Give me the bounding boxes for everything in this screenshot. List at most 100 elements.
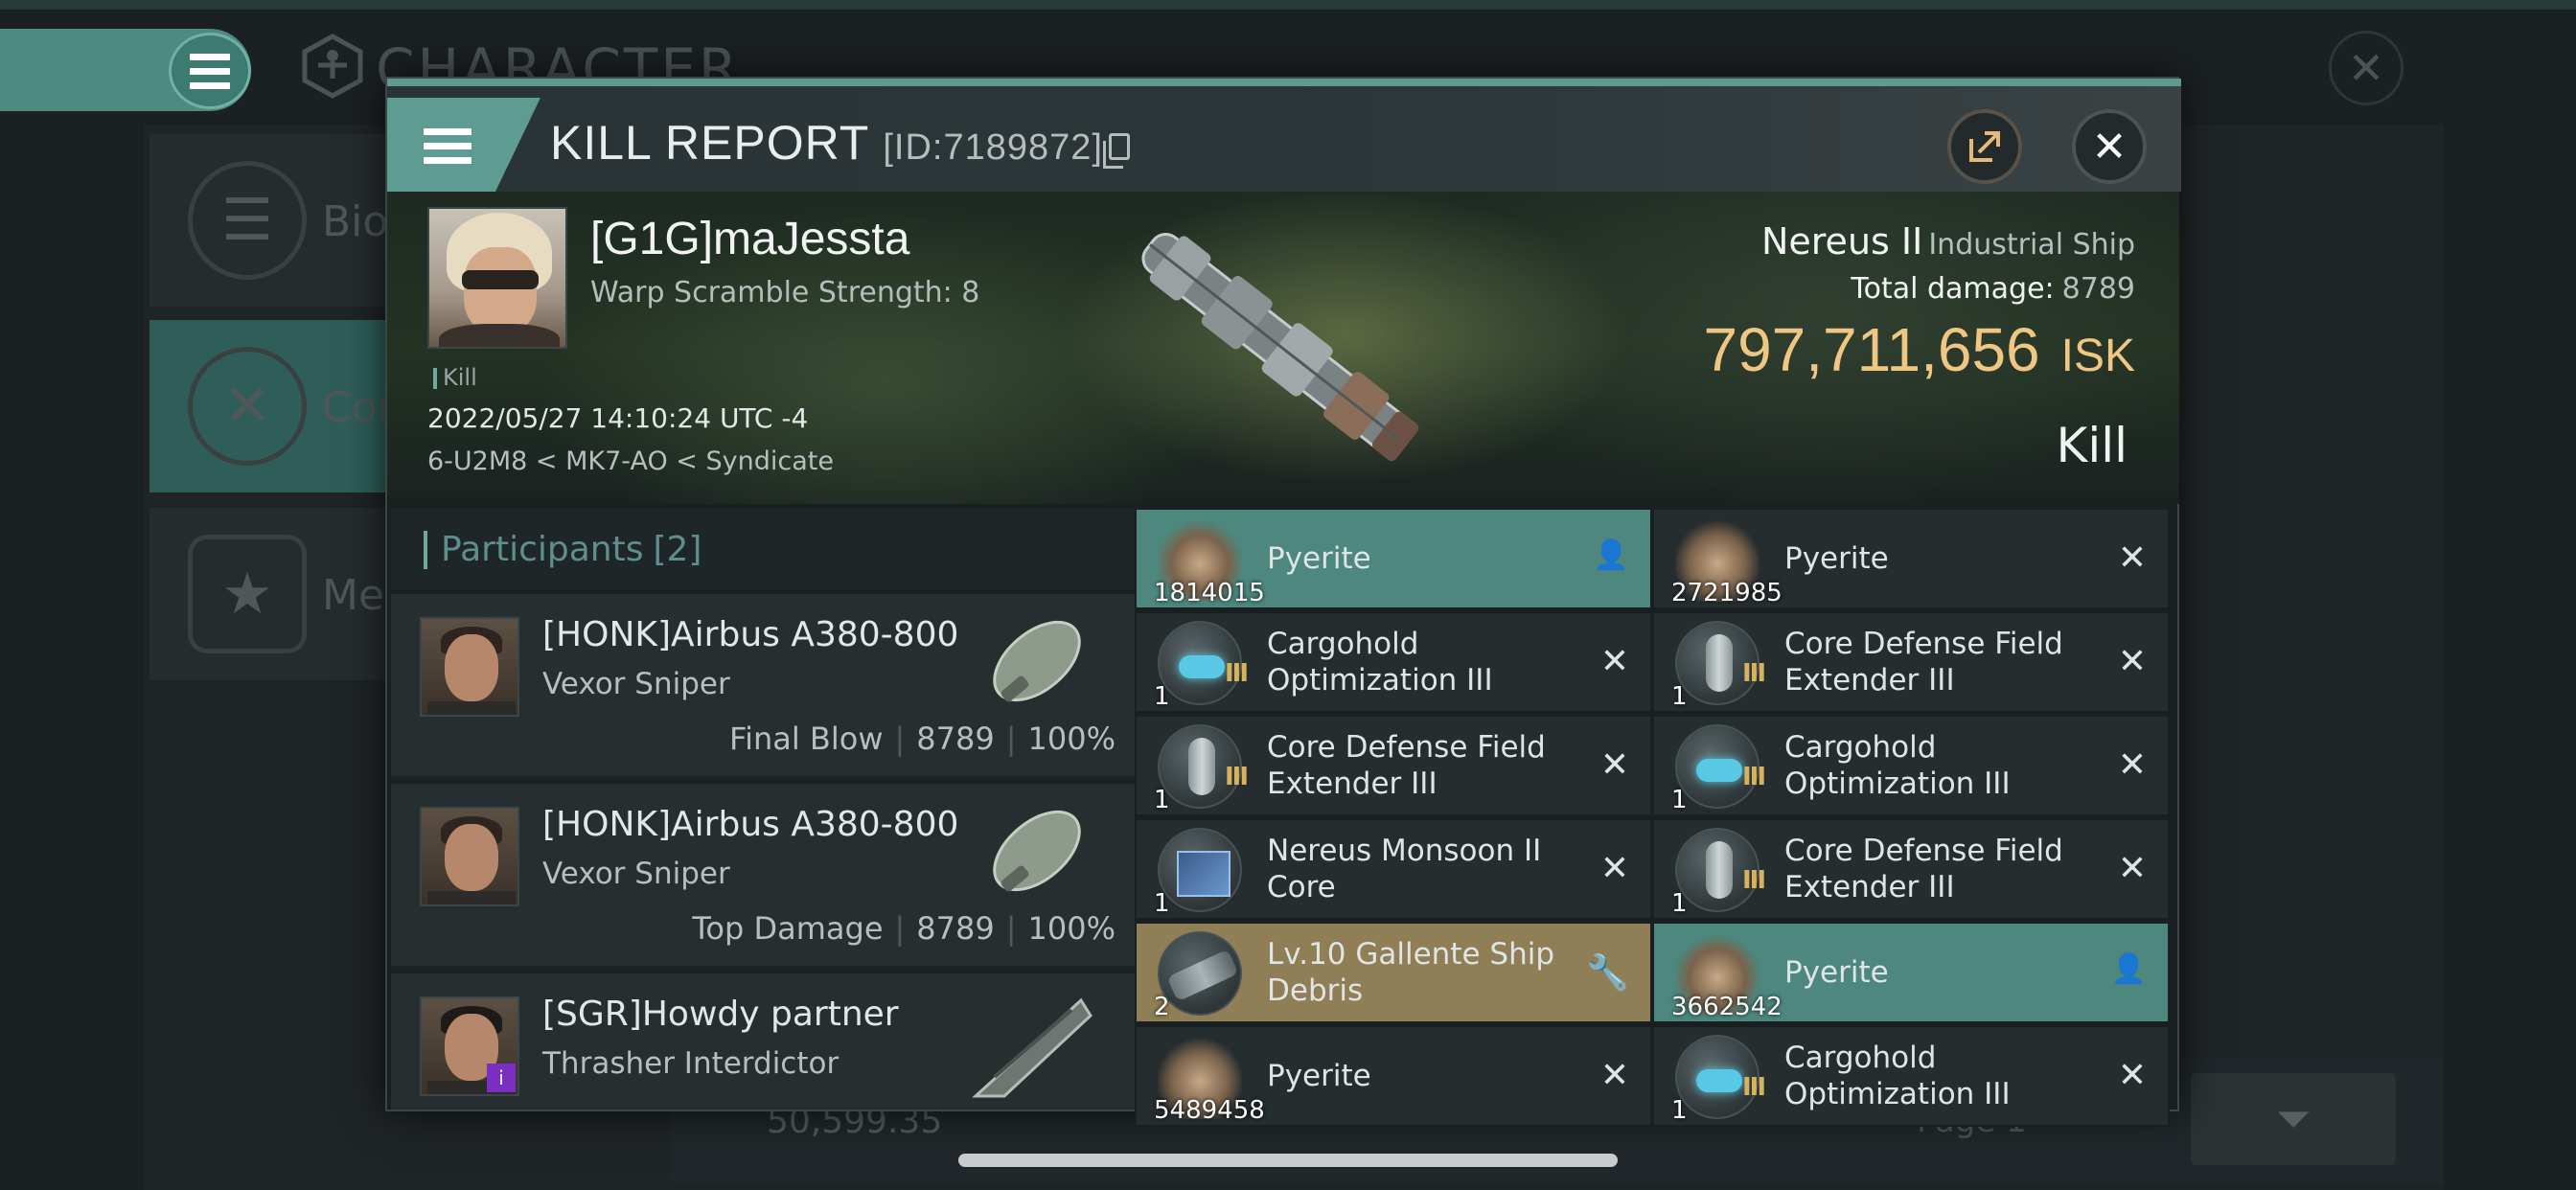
total-damage: Total damage: 8789: [1851, 272, 2135, 306]
close-icon: ✕: [2117, 538, 2147, 578]
item-name: Core Defense Field Extender III: [1784, 627, 2063, 698]
isk-unit: ISK: [2060, 331, 2135, 381]
dropped-item[interactable]: 1814015 Pyerite 👤: [1135, 508, 1652, 609]
participant-name: [HONK]Airbus A380-800: [542, 615, 959, 654]
tech-level-icon: III: [1225, 659, 1249, 688]
close-button[interactable]: ✕: [2072, 109, 2147, 184]
close-icon: ✕: [2091, 122, 2128, 172]
participant-avatar[interactable]: [420, 617, 519, 717]
tech-level-icon: III: [1742, 659, 1766, 688]
participant-row[interactable]: [HONK]Airbus A380-800 Vexor Sniper Final…: [391, 590, 1135, 776]
menu-icon: [424, 127, 472, 164]
close-icon: ✕: [2117, 1056, 2147, 1095]
dropped-item[interactable]: 2721985 Pyerite ✕: [1652, 508, 2170, 609]
victim-summary: [G1G]maJessta Warp Scramble Strength: 8 …: [387, 192, 2179, 504]
info-badge-icon: i: [487, 1064, 516, 1092]
victim-portrait[interactable]: [427, 207, 567, 349]
close-icon: ✕: [1599, 642, 1629, 681]
participants-label: Participants: [441, 529, 644, 569]
participant-role: Top Damage: [692, 910, 884, 947]
tech-level-icon: III: [1742, 866, 1766, 895]
dropped-item[interactable]: 1 Nereus Monsoon II Core ✕: [1135, 818, 1652, 920]
item-name: Core Defense Field Extender III: [1784, 834, 2063, 904]
participant-avatar[interactable]: [420, 807, 519, 906]
participant-ship-image: [993, 810, 1081, 892]
ship-type: Nereus II Industrial Ship: [1761, 220, 2135, 263]
dropped-item[interactable]: III 1 Cargohold Optimization III ✕: [1135, 611, 1652, 713]
total-damage-value: 8789: [2061, 272, 2135, 306]
sidebar-item-label: Cor: [322, 383, 395, 432]
item-name: Lv.10 Gallente Ship Debris: [1267, 937, 1555, 1008]
participants-panel: Participants [2] [HONK]Airbus A380-800 Ve…: [391, 508, 1135, 1110]
user-icon: 👤: [2110, 952, 2147, 986]
dropped-item[interactable]: 5489458 Pyerite ✕: [1135, 1025, 1652, 1127]
dropped-item[interactable]: III 1 Core Defense Field Extender III ✕: [1135, 715, 1652, 816]
dropped-item[interactable]: III 1 Core Defense Field Extender III ✕: [1652, 818, 2170, 920]
sidebar-item-label: Bio: [322, 197, 389, 246]
victim-name[interactable]: [G1G]maJessta: [590, 213, 909, 265]
participant-percent: 100%: [1027, 910, 1116, 947]
menu-icon: [190, 53, 230, 89]
home-indicator[interactable]: [958, 1154, 1618, 1167]
dialog-top-accent: [387, 79, 2181, 86]
share-icon: [1969, 131, 2000, 162]
participant-row[interactable]: i [SGR]Howdy partner Thrasher Interdicto…: [391, 970, 1135, 1110]
close-icon: ✕: [2117, 642, 2147, 681]
kill-location: 6-U2M8 < MK7-AO < Syndicate: [427, 446, 834, 476]
wrench-icon: 🔧: [1586, 953, 1629, 993]
item-quantity: 1: [1154, 889, 1170, 918]
item-name: Pyerite: [1784, 955, 1889, 990]
participant-avatar[interactable]: i: [420, 996, 519, 1096]
sidebar-item-medals[interactable]: ★ Me: [150, 508, 399, 680]
participant-ship: Vexor Sniper: [542, 667, 730, 701]
participant-ship: Vexor Sniper: [542, 857, 730, 891]
ship-debris-icon: [1158, 931, 1242, 1016]
dialog-menu-button[interactable]: [387, 98, 540, 194]
victim-ship-image: [1141, 232, 1419, 462]
close-icon: ✕: [1599, 745, 1629, 785]
dropped-item[interactable]: III 1 Cargohold Optimization III ✕: [1652, 715, 2170, 816]
item-quantity: 1: [1671, 1096, 1688, 1125]
dialog-title-text: KILL REPORT: [550, 116, 870, 170]
background-menu-button[interactable]: [169, 33, 251, 109]
item-quantity: 1814015: [1154, 579, 1265, 607]
total-damage-label: Total damage:: [1851, 272, 2055, 306]
user-icon: 👤: [1593, 538, 1629, 572]
kill-id: [ID:7189872]: [883, 127, 1103, 168]
item-quantity: 1: [1671, 786, 1688, 814]
kill-result: Kill: [2056, 418, 2128, 473]
item-quantity: 2721985: [1671, 579, 1782, 607]
participant-stats: Top Damage | 8789 | 100%: [692, 910, 1116, 947]
item-quantity: 1: [1671, 682, 1688, 711]
item-name: Cargohold Optimization III: [1267, 627, 1493, 698]
dropped-item[interactable]: III 1 Core Defense Field Extender III ✕: [1652, 611, 2170, 713]
item-name: Nereus Monsoon II Core: [1267, 834, 1542, 904]
background-filter-button[interactable]: ⏷: [2191, 1073, 2396, 1165]
tech-level-icon: III: [1742, 1073, 1766, 1102]
ship-name[interactable]: Nereus II: [1761, 220, 1922, 263]
participants-count: [2]: [653, 529, 702, 569]
share-button[interactable]: [1947, 109, 2022, 184]
item-name: Pyerite: [1267, 1059, 1371, 1093]
monsoon-core-icon: [1158, 828, 1242, 912]
sidebar-item-combat[interactable]: ✕ Cor: [150, 320, 399, 492]
item-name: Cargohold Optimization III: [1784, 1041, 2011, 1111]
item-name: Pyerite: [1784, 541, 1889, 576]
participant-ship-image: [972, 997, 1092, 1098]
top-strip: [0, 0, 2576, 10]
dropped-item[interactable]: 3662542 Pyerite 👤: [1652, 922, 2170, 1023]
sidebar-item-bio[interactable]: ☰ Bio: [150, 134, 399, 307]
item-name: Pyerite: [1267, 541, 1371, 576]
copy-icon[interactable]: [1102, 132, 1130, 169]
isk-amount: 797,711,656: [1703, 315, 2040, 384]
participant-name: [SGR]Howdy partner: [542, 995, 899, 1034]
kill-report-dialog: KILL REPORT [ID:7189872] ✕ [G1G]maJessta …: [385, 77, 2181, 1127]
ship-class: Industrial Ship: [1928, 228, 2135, 262]
background-close-button[interactable]: ✕: [2329, 31, 2404, 105]
dialog-header: KILL REPORT [ID:7189872] ✕: [387, 86, 2181, 194]
dropped-item[interactable]: 2 Lv.10 Gallente Ship Debris 🔧: [1135, 922, 1652, 1023]
participant-stats: Final Blow | 8789 | 100%: [729, 721, 1116, 757]
participant-row[interactable]: [HONK]Airbus A380-800 Vexor Sniper Top D…: [391, 780, 1135, 966]
dropped-item[interactable]: III 1 Cargohold Optimization III ✕: [1652, 1025, 2170, 1127]
item-quantity: 2: [1154, 993, 1170, 1021]
